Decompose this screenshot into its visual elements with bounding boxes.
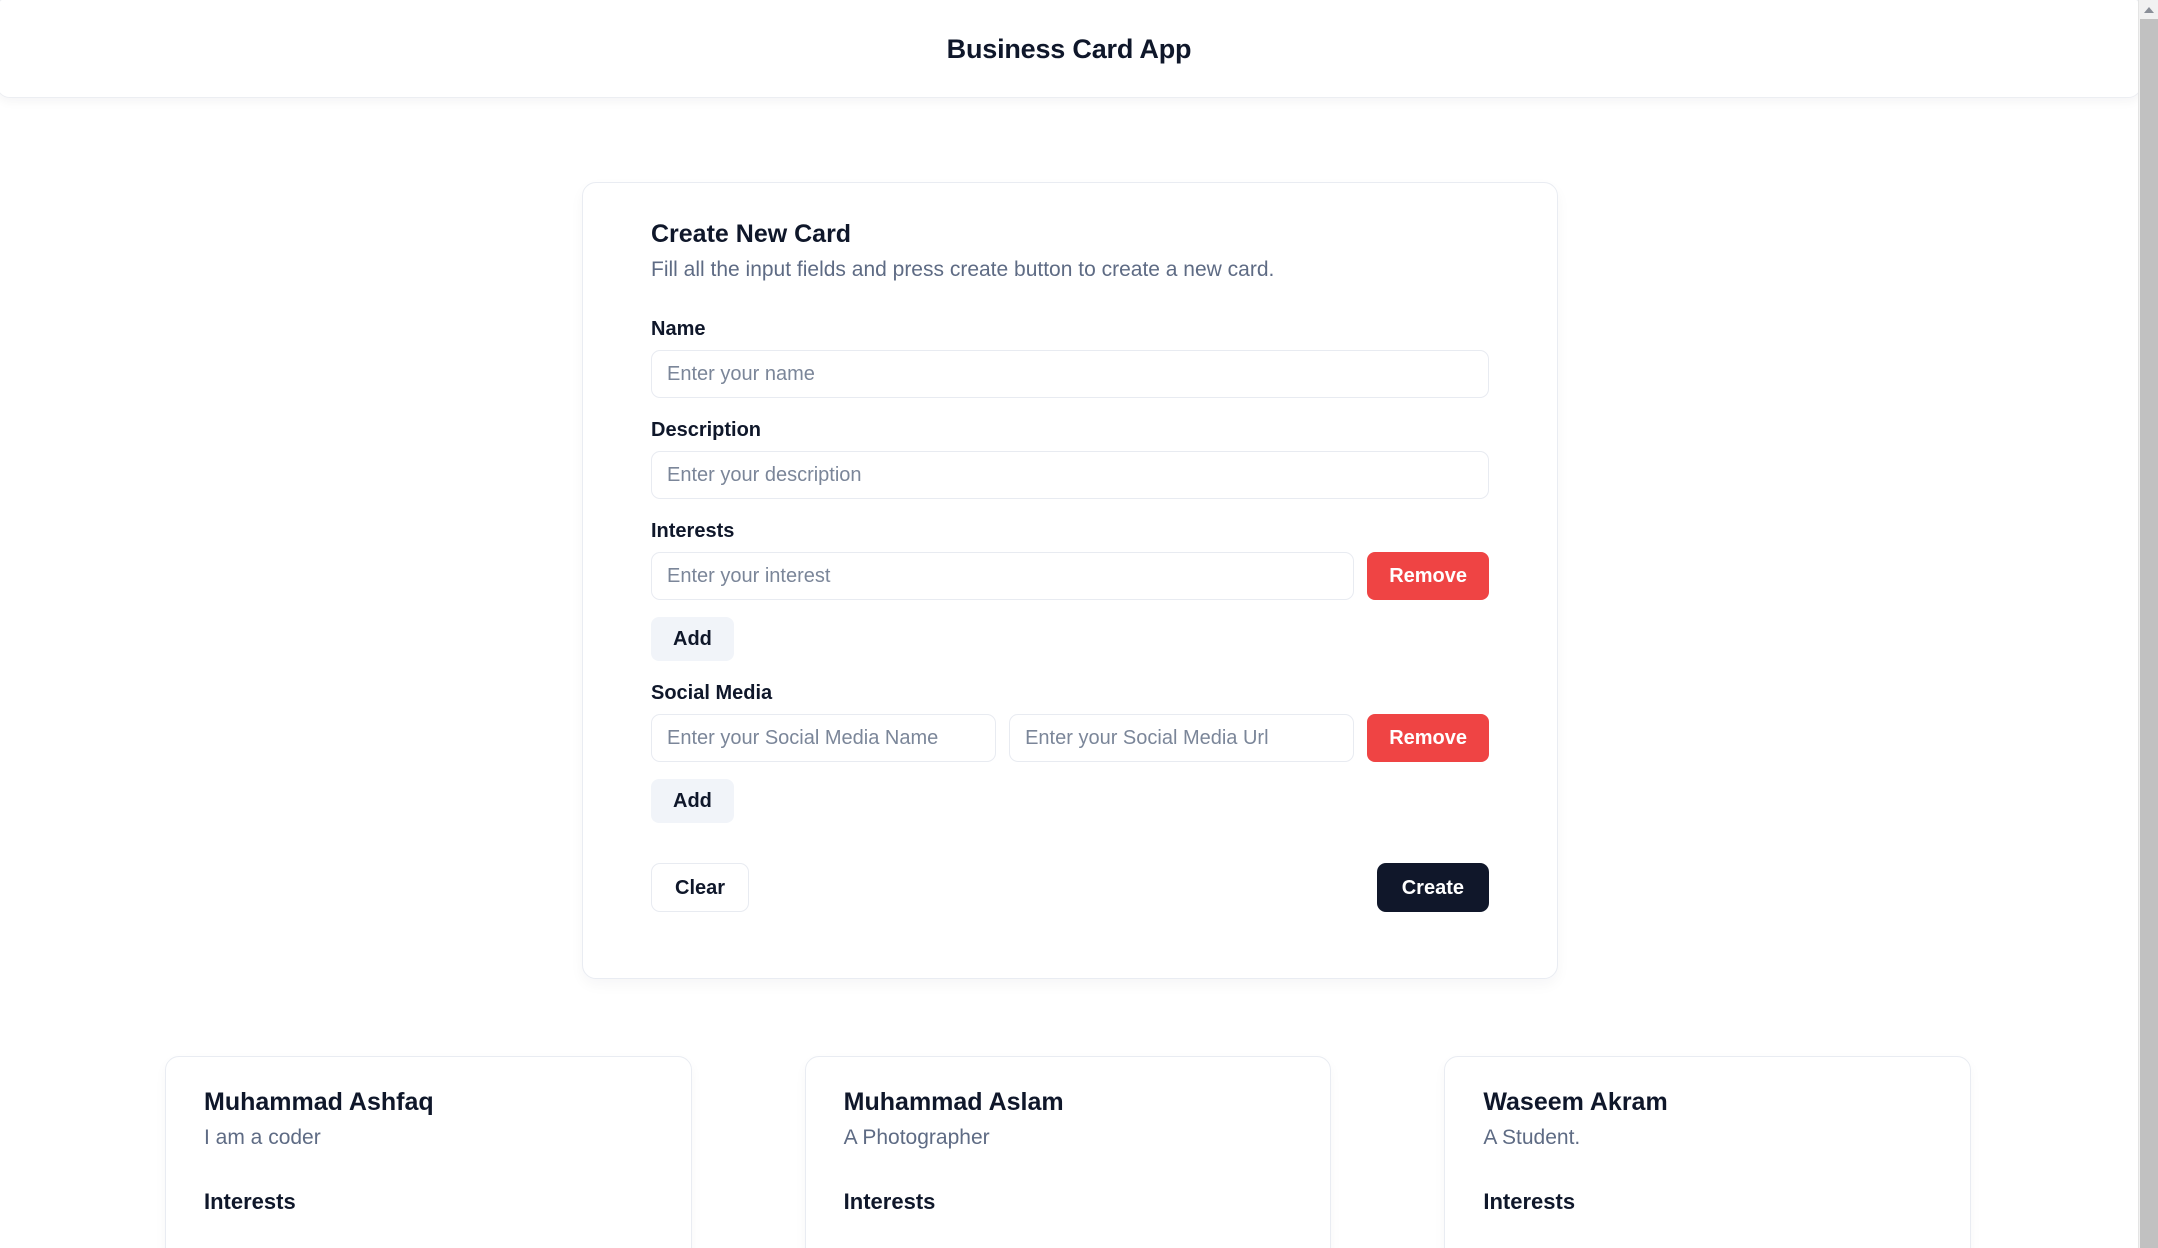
app-header: Business Card App [0, 0, 2138, 98]
description-field-group: Description [651, 419, 1489, 500]
clear-button[interactable]: Clear [651, 863, 750, 913]
create-button[interactable]: Create [1376, 863, 1489, 913]
business-card[interactable]: Muhammad Aslam A Photographer Interests [804, 1056, 1332, 1248]
business-card-interests-title: Interests [204, 1189, 296, 1215]
interests-row: Remove [651, 552, 1489, 601]
name-field-group: Name [651, 318, 1489, 399]
business-card-name: Muhammad Ashfaq [204, 1088, 434, 1116]
form-actions: Clear Create [651, 863, 1489, 913]
name-input[interactable] [651, 350, 1489, 399]
social-media-label: Social Media [651, 682, 773, 705]
name-label: Name [651, 318, 706, 341]
business-card-description: A Photographer [843, 1126, 990, 1149]
business-card-description: I am a coder [204, 1126, 321, 1149]
interest-input[interactable] [651, 552, 1355, 601]
page-content: Business Card App Create New Card Fill a… [0, 0, 2138, 1248]
social-media-url-input[interactable] [1009, 714, 1355, 763]
social-media-row: Remove [651, 714, 1489, 763]
social-media-field-group: Social Media Remove Add [651, 682, 1489, 824]
business-card-description: A Student. [1483, 1126, 1581, 1149]
scroll-up-arrow-icon[interactable] [2139, 0, 2158, 19]
business-card-name: Muhammad Aslam [843, 1088, 1064, 1116]
create-card-form: Create New Card Fill all the input field… [582, 182, 1558, 979]
remove-interest-button[interactable]: Remove [1367, 552, 1489, 601]
business-card-list: Muhammad Ashfaq I am a coder Interests M… [165, 1056, 1972, 1248]
form-subheading: Fill all the input fields and press crea… [651, 258, 1275, 281]
business-card-interests-title: Interests [1483, 1189, 1576, 1215]
business-card-name: Waseem Akram [1483, 1088, 1668, 1116]
business-card-interests-title: Interests [843, 1189, 936, 1215]
interests-label: Interests [651, 520, 735, 543]
vertical-scrollbar[interactable] [2138, 0, 2158, 1248]
form-heading: Create New Card [651, 220, 852, 248]
scrollbar-thumb[interactable] [2140, 19, 2158, 1248]
social-media-name-input[interactable] [651, 714, 997, 763]
add-social-media-button[interactable]: Add [651, 779, 734, 824]
app-title: Business Card App [946, 33, 1192, 64]
business-card[interactable]: Muhammad Ashfaq I am a coder Interests [165, 1056, 692, 1248]
business-card[interactable]: Waseem Akram A Student. Interests [1444, 1056, 1972, 1248]
add-interest-button[interactable]: Add [651, 617, 734, 662]
interests-field-group: Interests Remove Add [651, 520, 1489, 662]
description-input[interactable] [651, 451, 1489, 500]
browser-viewport: Business Card App Create New Card Fill a… [0, 0, 2158, 1248]
description-label: Description [651, 419, 762, 442]
remove-social-media-button[interactable]: Remove [1367, 714, 1489, 763]
